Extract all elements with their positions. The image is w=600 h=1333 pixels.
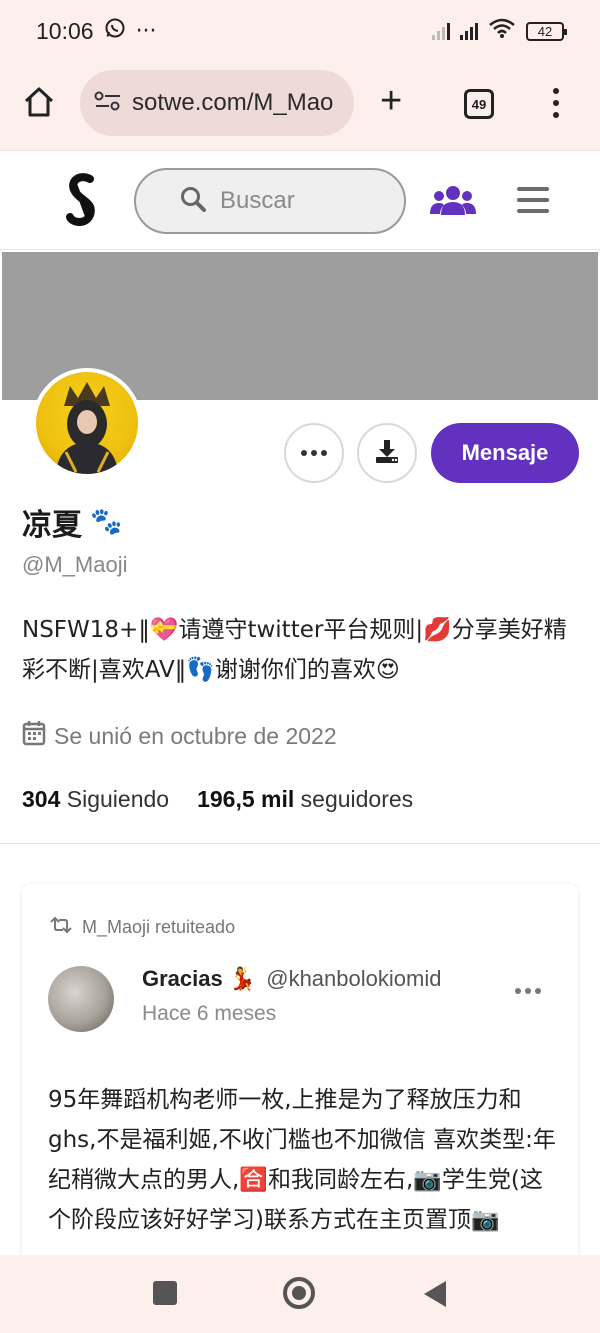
site-settings-icon[interactable]: [94, 89, 122, 117]
search-icon: [180, 186, 206, 216]
more-options-button[interactable]: [284, 423, 344, 483]
tweet-author-avatar[interactable]: [48, 966, 114, 1032]
tweet-card[interactable]: M_Maoji retuiteado Gracias 💃 @khanboloki…: [22, 884, 578, 1304]
recents-button[interactable]: [153, 1281, 177, 1305]
calendar-icon: [22, 720, 46, 752]
tweet-more-icon[interactable]: [515, 988, 541, 994]
url-text: sotwe.com/M_Mao: [132, 89, 334, 116]
more-notifications-icon: ···: [135, 18, 157, 44]
followers-stat[interactable]: 196,5 mil seguidores: [197, 786, 413, 813]
hamburger-menu-icon[interactable]: [517, 187, 549, 213]
profile-bio: NSFW18+‖💝请遵守twitter平台规则|💋分享美好精彩不断|喜欢AV‖👣…: [22, 617, 567, 683]
join-date-text: Se unió en octubre de 2022: [54, 722, 337, 749]
retweet-indicator: M_Maoji retuiteado: [48, 916, 235, 939]
battery-icon: 42: [526, 21, 567, 41]
browser-menu-icon[interactable]: [553, 88, 559, 118]
profile-name: 凉夏 🐾: [22, 500, 122, 544]
download-button[interactable]: [357, 423, 417, 483]
profile-stats: 304 Siguiendo 196,5 mil seguidores: [22, 786, 413, 813]
tweet-author[interactable]: Gracias 💃 @khanbolokiomid: [142, 966, 441, 992]
download-icon: [373, 437, 401, 469]
following-label: Siguiendo: [66, 786, 170, 812]
following-stat[interactable]: 304 Siguiendo: [22, 786, 169, 813]
whatsapp-icon: [104, 17, 126, 45]
address-bar[interactable]: sotwe.com/M_Mao: [80, 70, 354, 136]
search-input[interactable]: [220, 187, 370, 215]
divider: [0, 843, 600, 844]
message-button[interactable]: Mensaje: [431, 423, 579, 483]
users-icon[interactable]: [430, 184, 476, 220]
retweet-icon: [48, 916, 74, 939]
status-bar: 10:06 ··· 42: [0, 0, 600, 62]
profile-handle: @M_Maoji: [22, 552, 128, 577]
back-button[interactable]: [424, 1281, 446, 1307]
profile-avatar[interactable]: [32, 368, 142, 478]
tweet-author-name: Gracias 💃: [142, 966, 257, 991]
tweet-author-handle: @khanbolokiomid: [266, 966, 442, 991]
signal-icon: [432, 22, 450, 40]
more-icon: [301, 450, 327, 456]
following-count: 304: [22, 786, 61, 812]
home-button[interactable]: [283, 1277, 315, 1309]
display-name: 凉夏: [22, 508, 82, 543]
sotwe-logo-icon[interactable]: [64, 173, 100, 231]
browser-toolbar: sotwe.com/M_Mao + 49: [0, 62, 600, 150]
tweet-text: 95年舞蹈机构老师一枚,上推是为了释放压力和ghs,不是福利姬,不收门槛也不加微…: [48, 1087, 556, 1233]
signal-icon-2: [460, 22, 478, 40]
system-nav-bar: [0, 1255, 600, 1333]
site-header: [0, 150, 600, 250]
new-tab-button[interactable]: +: [380, 82, 402, 120]
clock: 10:06: [36, 17, 94, 44]
home-icon[interactable]: [22, 86, 56, 122]
search-box[interactable]: [134, 168, 406, 234]
tab-switcher-button[interactable]: 49: [464, 89, 494, 119]
retweet-label: M_Maoji retuiteado: [82, 917, 236, 937]
followers-label: seguidores: [300, 786, 414, 812]
join-date: Se unió en octubre de 2022: [22, 720, 337, 752]
followers-count: 196,5 mil: [197, 786, 295, 812]
name-emoji: 🐾: [90, 507, 123, 537]
wifi-icon: [488, 17, 516, 45]
tweet-time: Hace 6 meses: [142, 1002, 277, 1025]
